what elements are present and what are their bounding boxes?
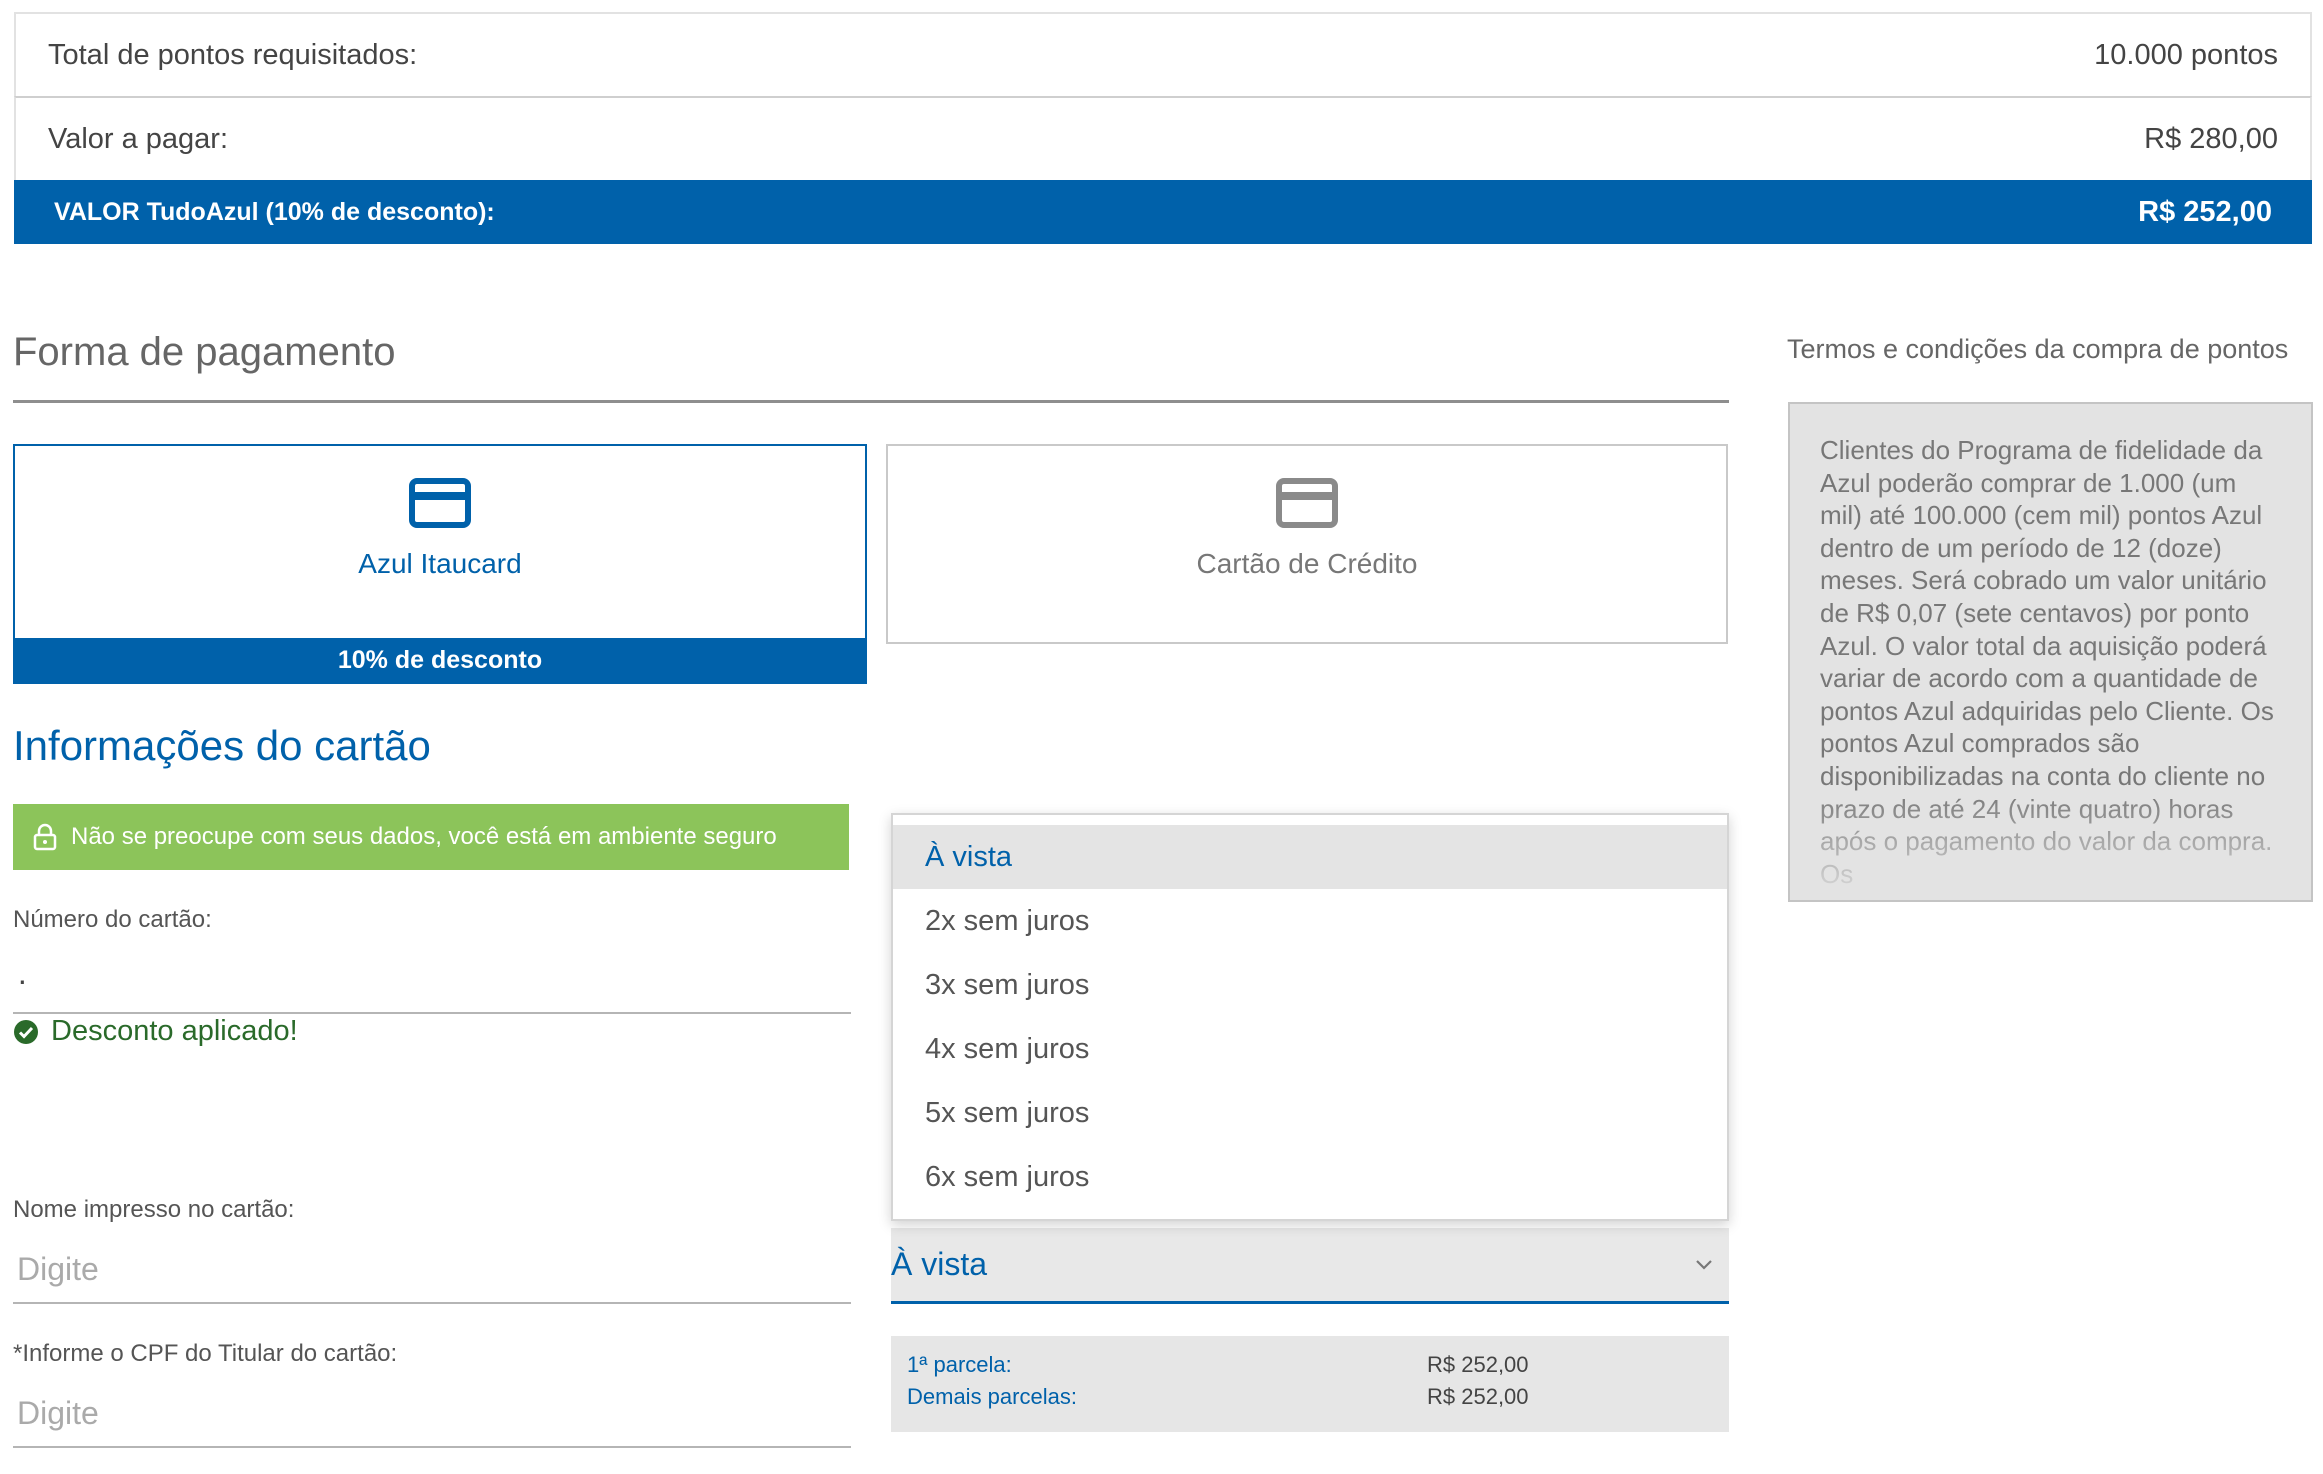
card-name-label: Nome impresso no cartão: bbox=[13, 1196, 295, 1223]
installment-summary: 1ª parcela: R$ 252,00 Demais parcelas: R… bbox=[891, 1336, 1729, 1432]
summary-row-amount: Valor a pagar: R$ 280,00 bbox=[14, 96, 2312, 180]
payment-method-title: Forma de pagamento bbox=[13, 330, 396, 374]
summary-row-tudoazul: VALOR TudoAzul (10% de desconto): R$ 252… bbox=[14, 180, 2312, 244]
credit-card-icon bbox=[1276, 478, 1338, 528]
card-number-input[interactable] bbox=[13, 948, 851, 1014]
installment-option-2x[interactable]: 2x sem juros bbox=[893, 889, 1727, 953]
tudoazul-value: R$ 252,00 bbox=[2138, 195, 2272, 228]
installment-option-4x[interactable]: 4x sem juros bbox=[893, 1017, 1727, 1081]
summary-row-total-points: Total de pontos requisitados: 10.000 pon… bbox=[14, 12, 2312, 96]
discount-applied-text: Desconto aplicado! bbox=[51, 1015, 298, 1047]
tudoazul-label: VALOR TudoAzul (10% de desconto): bbox=[54, 197, 495, 226]
check-circle-icon bbox=[14, 1019, 38, 1044]
installment-option-6x[interactable]: 6x sem juros bbox=[893, 1145, 1727, 1209]
discount-applied: Desconto aplicado! bbox=[13, 1015, 298, 1048]
amount-value: R$ 280,00 bbox=[2144, 122, 2278, 155]
installments-selected-value: À vista bbox=[891, 1246, 988, 1282]
terms-fade bbox=[1790, 790, 2311, 900]
terms-title: Termos e condições da compra de pontos bbox=[1787, 334, 2289, 364]
chevron-down-icon bbox=[1696, 1259, 1712, 1270]
installment-option-5x[interactable]: 5x sem juros bbox=[893, 1081, 1727, 1145]
other-installments-row: Demais parcelas: R$ 252,00 bbox=[907, 1384, 1713, 1410]
card-number-label: Número do cartão: bbox=[13, 906, 212, 933]
terms-scroll-box[interactable]: Clientes do Programa de fidelidade da Az… bbox=[1788, 402, 2313, 902]
credit-card-icon bbox=[409, 478, 471, 528]
amount-label: Valor a pagar: bbox=[48, 122, 229, 155]
secure-text: Não se preocupe com seus dados, você est… bbox=[71, 823, 777, 850]
order-summary: Total de pontos requisitados: 10.000 pon… bbox=[14, 12, 2312, 244]
payment-option-credit-card[interactable]: Cartão de Crédito bbox=[886, 444, 1728, 644]
first-installment-label: 1ª parcela: bbox=[907, 1352, 1012, 1377]
section-divider bbox=[13, 400, 1729, 403]
installment-option-3x[interactable]: 3x sem juros bbox=[893, 953, 1727, 1017]
total-points-value: 10.000 pontos bbox=[2094, 38, 2278, 71]
total-points-label: Total de pontos requisitados: bbox=[48, 38, 418, 71]
installments-select[interactable]: À vista bbox=[891, 1228, 1729, 1304]
secure-banner: Não se preocupe com seus dados, você est… bbox=[13, 804, 849, 870]
first-installment-value: R$ 252,00 bbox=[1427, 1352, 1529, 1377]
payment-option-azul-itaucard[interactable]: Azul Itaucard 10% de desconto bbox=[13, 444, 867, 684]
first-installment-row: 1ª parcela: R$ 252,00 bbox=[907, 1352, 1713, 1378]
cpf-input[interactable] bbox=[13, 1380, 851, 1448]
card-info-title: Informações do cartão bbox=[13, 722, 431, 769]
installment-option-1x[interactable]: À vista bbox=[893, 825, 1727, 889]
payment-option-label: Cartão de Crédito bbox=[1196, 548, 1418, 579]
cpf-label: *Informe o CPF do Titular do cartão: bbox=[13, 1340, 398, 1367]
other-installments-value: R$ 252,00 bbox=[1427, 1384, 1529, 1409]
other-installments-label: Demais parcelas: bbox=[907, 1384, 1077, 1409]
installments-dropdown: À vista 2x sem juros 3x sem juros 4x sem… bbox=[891, 813, 1729, 1221]
payment-option-label: Azul Itaucard bbox=[358, 548, 522, 579]
lock-icon bbox=[33, 823, 57, 851]
discount-badge: 10% de desconto bbox=[15, 638, 865, 682]
card-name-input[interactable] bbox=[13, 1236, 851, 1304]
